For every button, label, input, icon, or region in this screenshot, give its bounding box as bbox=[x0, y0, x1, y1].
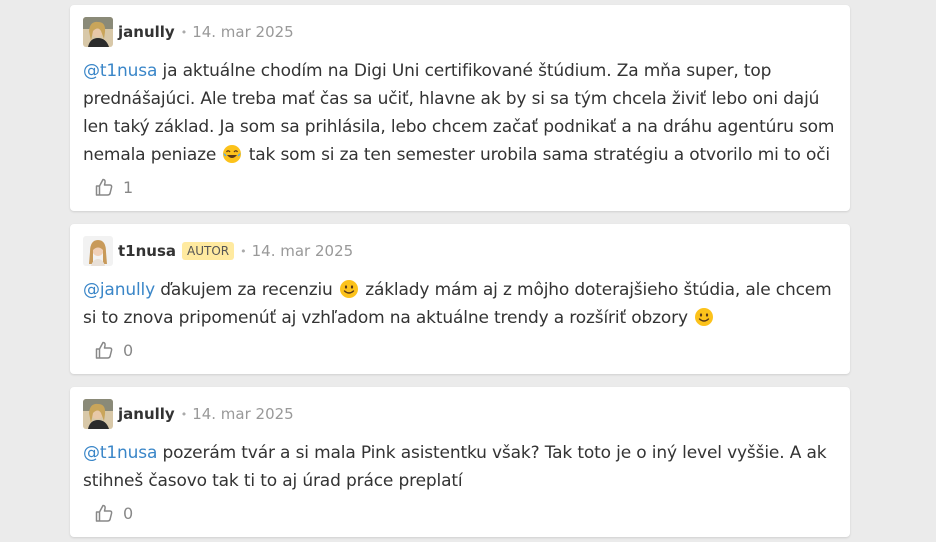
mention-link[interactable]: @t1nusa bbox=[83, 61, 157, 81]
comment-date: 14. mar 2025 bbox=[192, 405, 294, 423]
comment-date: 14. mar 2025 bbox=[251, 242, 354, 260]
comment-header: janully • 14. mar 2025 bbox=[83, 17, 294, 47]
comment-date: 14. mar 2025 bbox=[192, 23, 294, 41]
username[interactable]: t1nusa bbox=[118, 242, 176, 260]
comment-text-part: ďakujem za recenziu bbox=[155, 280, 338, 300]
username[interactable]: janully bbox=[118, 405, 175, 423]
mention-link[interactable]: @janully bbox=[83, 280, 155, 300]
mention-link[interactable]: @t1nusa bbox=[83, 443, 157, 463]
like-row: 0 bbox=[94, 340, 133, 360]
username[interactable]: janully bbox=[118, 23, 175, 41]
separator-dot: • bbox=[240, 244, 247, 258]
author-badge: AUTOR bbox=[182, 242, 235, 260]
thumbs-up-icon[interactable] bbox=[94, 340, 114, 360]
comment-header: janully • 14. mar 2025 bbox=[83, 399, 294, 429]
like-row: 1 bbox=[94, 177, 133, 197]
comment-text-part: pozerám tvár a si mala Pink asistentku v… bbox=[83, 443, 827, 491]
like-count: 1 bbox=[123, 177, 134, 197]
separator-dot: • bbox=[180, 407, 188, 421]
like-row: 0 bbox=[94, 503, 133, 523]
comment-text: @t1nusa pozerám tvár a si mala Pink asis… bbox=[83, 439, 835, 495]
avatar[interactable] bbox=[83, 399, 113, 429]
comment-card: janully • 14. mar 2025 @t1nusa ja aktuál… bbox=[70, 5, 850, 211]
thumbs-up-icon[interactable] bbox=[94, 503, 114, 523]
comment-text: @t1nusa ja aktuálne chodím na Digi Uni c… bbox=[83, 57, 835, 169]
separator-dot: • bbox=[180, 25, 188, 39]
avatar[interactable] bbox=[83, 17, 113, 47]
like-count: 0 bbox=[123, 503, 134, 523]
comment-text-part: tak som si za ten semester urobila sama … bbox=[243, 145, 830, 165]
comment-card: janully • 14. mar 2025 @t1nusa pozerám t… bbox=[70, 387, 850, 537]
smile-emoji-icon bbox=[694, 307, 714, 327]
joy-emoji-icon bbox=[222, 144, 242, 164]
like-count: 0 bbox=[123, 340, 134, 360]
smile-emoji-icon bbox=[339, 279, 359, 299]
avatar[interactable] bbox=[83, 236, 113, 266]
thumbs-up-icon[interactable] bbox=[94, 177, 114, 197]
comment-text: @janully ďakujem za recenziu základy mám… bbox=[83, 276, 835, 332]
comment-header: t1nusa AUTOR • 14. mar 2025 bbox=[83, 236, 353, 266]
comment-card: t1nusa AUTOR • 14. mar 2025 @janully ďak… bbox=[70, 224, 850, 374]
